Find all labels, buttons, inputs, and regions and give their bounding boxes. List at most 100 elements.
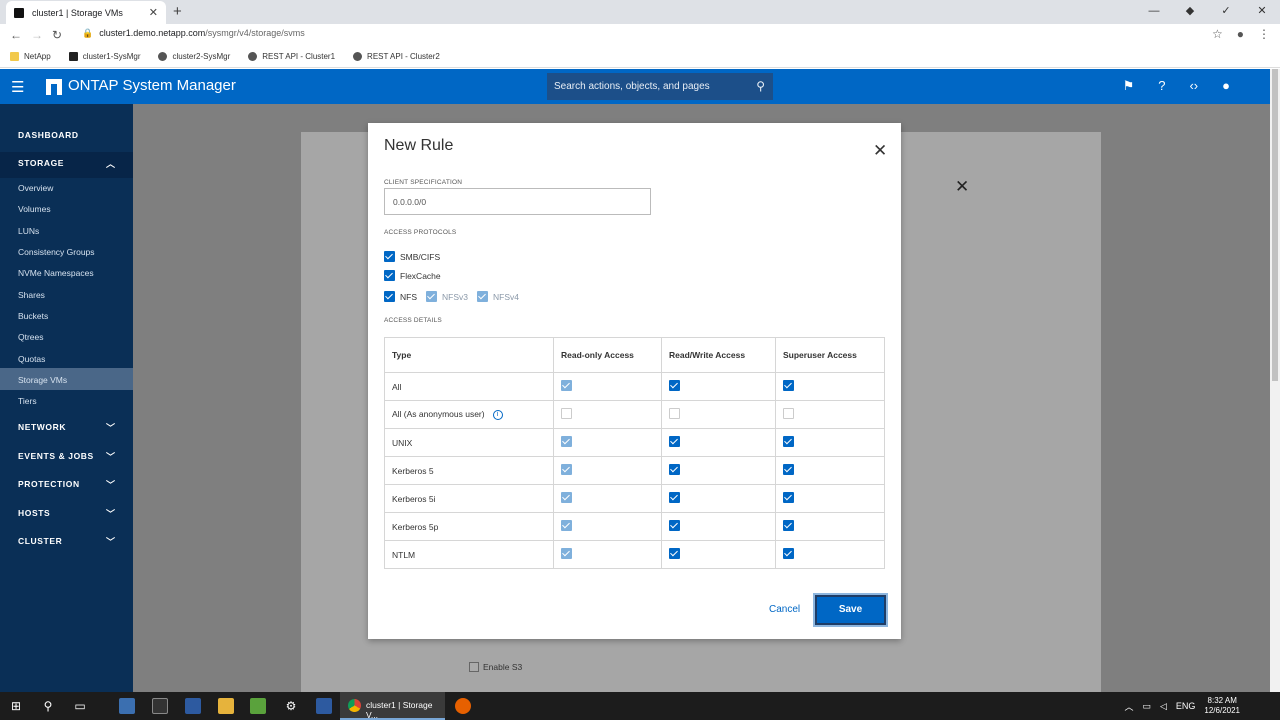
powershell-icon[interactable] — [185, 698, 201, 714]
nav-network[interactable]: NETWORK ﹀ — [18, 422, 115, 433]
reload-icon[interactable]: ↻ — [52, 28, 62, 42]
cancel-button[interactable]: Cancel — [769, 604, 800, 615]
profile-icon[interactable]: ◆ — [1172, 0, 1208, 24]
nav-cluster[interactable]: CLUSTER ﹀ — [18, 536, 115, 547]
forward-icon[interactable]: → — [31, 28, 43, 42]
user-icon[interactable]: ● — [1222, 78, 1230, 94]
superuser-checkbox[interactable] — [783, 436, 794, 447]
page-scrollbar[interactable] — [1270, 69, 1280, 692]
read-write-checkbox[interactable] — [669, 408, 680, 419]
sidebar-item-tiers[interactable]: Tiers — [18, 396, 37, 406]
read-only-checkbox[interactable] — [561, 492, 572, 503]
bookmark-cluster1-sysmgr[interactable]: cluster1-SysMgr — [68, 52, 140, 61]
new-tab-button[interactable]: + — [173, 3, 182, 20]
sidebar-item-volumes[interactable]: Volumes — [18, 204, 51, 214]
tray-chevron-icon[interactable]: ︿ — [1124, 700, 1133, 713]
folder-icon — [10, 52, 19, 61]
protocol-nfs-checkbox[interactable]: NFS — [384, 291, 417, 302]
info-icon[interactable]: i — [492, 409, 503, 420]
superuser-checkbox[interactable] — [783, 380, 794, 391]
close-window-icon[interactable]: ✕ — [1244, 0, 1280, 24]
sidebar-item-buckets[interactable]: Buckets — [18, 311, 48, 321]
protocol-nfsv4-checkbox[interactable]: NFSv4 — [477, 291, 519, 302]
hamburger-menu-icon[interactable]: ☰ — [11, 78, 24, 96]
global-search-input[interactable]: Search actions, objects, and pages ⚲ — [547, 73, 773, 100]
search-icon[interactable]: ⚲ — [40, 698, 56, 714]
account-icon[interactable]: ● — [1237, 27, 1244, 41]
column-header-superuser: Superuser Access — [775, 337, 885, 373]
read-write-checkbox[interactable] — [669, 492, 680, 503]
read-write-checkbox[interactable] — [669, 548, 680, 559]
read-only-checkbox[interactable] — [561, 408, 572, 419]
sidebar-item-shares[interactable]: Shares — [18, 290, 45, 300]
sidebar-item-consistency-groups[interactable]: Consistency Groups — [18, 247, 95, 257]
bookmark-netapp[interactable]: NetApp — [10, 52, 51, 61]
whats-new-icon[interactable]: ⚑ — [1123, 78, 1135, 94]
help-icon[interactable]: ? — [1158, 78, 1165, 94]
superuser-checkbox[interactable] — [783, 548, 794, 559]
nav-storage[interactable]: STORAGE ︿ — [18, 158, 115, 169]
volume-icon[interactable]: ◁ — [1160, 701, 1167, 712]
nav-events-jobs[interactable]: EVENTS & JOBS ﹀ — [18, 451, 115, 462]
extension-icon[interactable]: ✓ — [1208, 0, 1244, 24]
read-only-checkbox[interactable] — [561, 520, 572, 531]
network-tool-icon[interactable]: ⚙ — [283, 698, 299, 714]
task-view-icon[interactable]: ▭ — [72, 698, 88, 714]
scrollbar-thumb[interactable] — [1272, 69, 1278, 381]
superuser-checkbox[interactable] — [783, 520, 794, 531]
protocol-nfsv3-checkbox[interactable]: NFSv3 — [426, 291, 468, 302]
notepad-icon[interactable] — [250, 698, 266, 714]
tab-close-icon[interactable]: ✕ — [149, 6, 158, 19]
language-indicator[interactable]: ENG — [1176, 701, 1196, 711]
menu-dots-icon[interactable]: ⋮ — [1258, 27, 1270, 41]
clock[interactable]: 8:32 AM 12/6/2021 — [1204, 696, 1240, 716]
sidebar-item-overview[interactable]: Overview — [18, 183, 53, 193]
read-only-checkbox[interactable] — [561, 464, 572, 475]
terminal-icon[interactable] — [152, 698, 168, 714]
sidebar-item-nvme-namespaces[interactable]: NVMe Namespaces — [18, 268, 94, 278]
sidebar-item-luns[interactable]: LUNs — [18, 226, 39, 236]
bookmark-star-icon[interactable]: ☆ — [1212, 27, 1223, 41]
table-row: All (As anonymous user) i — [384, 400, 885, 429]
superuser-checkbox[interactable] — [783, 408, 794, 419]
superuser-checkbox[interactable] — [783, 464, 794, 475]
browser-tab[interactable]: cluster1 | Storage VMs ✕ — [6, 1, 166, 24]
minimize-icon[interactable]: — — [1136, 0, 1172, 24]
read-only-checkbox[interactable] — [561, 436, 572, 447]
superuser-checkbox[interactable] — [783, 492, 794, 503]
save-button[interactable]: Save — [813, 593, 888, 627]
bookmark-cluster2-sysmgr[interactable]: cluster2-SysMgr — [158, 52, 230, 61]
firefox-icon[interactable] — [455, 698, 471, 714]
app-icon[interactable] — [119, 698, 135, 714]
close-icon[interactable]: ✕ — [873, 141, 887, 161]
read-only-cell — [553, 512, 662, 541]
remote-desktop-icon[interactable] — [316, 698, 332, 714]
read-write-checkbox[interactable] — [669, 380, 680, 391]
bookmark-rest-api-cluster2[interactable]: REST API - Cluster2 — [353, 52, 440, 61]
read-write-checkbox[interactable] — [669, 436, 680, 447]
read-write-checkbox[interactable] — [669, 464, 680, 475]
file-explorer-icon[interactable] — [218, 698, 234, 714]
read-only-checkbox[interactable] — [561, 548, 572, 559]
protocol-flexcache-checkbox[interactable]: FlexCache — [384, 270, 441, 281]
search-icon[interactable]: ⚲ — [756, 79, 765, 93]
sidebar-item-storage-vms[interactable]: Storage VMs — [18, 375, 67, 385]
code-icon[interactable]: ‹› — [1189, 78, 1198, 94]
url-field[interactable]: 🔒 cluster1.demo.netapp.com/sysmgr/v4/stor… — [82, 28, 305, 39]
chevron-down-icon: ﹀ — [106, 480, 116, 490]
protocol-smb-checkbox[interactable]: SMB/CIFS — [384, 251, 440, 262]
bookmark-rest-api-cluster1[interactable]: REST API - Cluster1 — [248, 52, 335, 61]
client-spec-input[interactable]: 0.0.0.0/0 — [384, 188, 651, 215]
back-icon[interactable]: ← — [10, 28, 22, 42]
taskbar-chrome-window[interactable]: cluster1 | Storage V... — [340, 692, 445, 720]
read-write-cell — [661, 372, 776, 401]
read-write-checkbox[interactable] — [669, 520, 680, 531]
network-icon[interactable]: ▭ — [1142, 701, 1151, 712]
nav-protection[interactable]: PROTECTION ﹀ — [18, 479, 115, 490]
sidebar-item-qtrees[interactable]: Qtrees — [18, 332, 44, 342]
nav-hosts[interactable]: HOSTS ﹀ — [18, 508, 115, 519]
sidebar-item-quotas[interactable]: Quotas — [18, 354, 45, 364]
windows-start-icon[interactable]: ⊞ — [8, 698, 24, 714]
nav-dashboard[interactable]: DASHBOARD — [18, 130, 79, 140]
read-only-checkbox[interactable] — [561, 380, 572, 391]
